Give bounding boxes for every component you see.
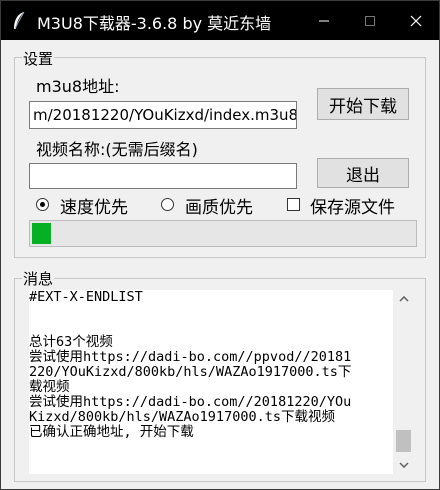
log-line: 尝试使用https://dadi-bo.com//20181220/YOu: [29, 394, 352, 410]
close-icon: [410, 15, 422, 26]
log-line: 载视频: [29, 379, 70, 395]
scroll-down-button[interactable]: [394, 456, 413, 474]
title-bar[interactable]: M3U8下载器-3.6.8 by 莫近东墙: [1, 1, 439, 40]
quality-priority-radio[interactable]: [161, 198, 174, 211]
log-line: #EXT-X-ENDLIST: [29, 290, 143, 305]
save-source-label[interactable]: 保存源文件: [310, 193, 395, 218]
scroll-thumb[interactable]: [396, 430, 411, 452]
chevron-down-icon: [398, 462, 409, 468]
log-line: 总计63个视频: [29, 334, 113, 350]
settings-group-title: 设置: [22, 48, 55, 69]
scroll-up-button[interactable]: [394, 290, 413, 308]
log-line: Kizxd/800kb/hls/WAZAo1917000.ts下载视频: [29, 409, 335, 425]
feather-icon: [11, 11, 27, 31]
speed-priority-label[interactable]: 速度优先: [60, 193, 128, 218]
url-label: m3u8地址:: [36, 77, 120, 96]
exit-button[interactable]: 退出: [317, 158, 409, 188]
log-line: 尝试使用https://dadi-bo.com//ppvod//20181: [29, 349, 352, 365]
radio-selected-dot: [40, 202, 45, 207]
maximize-icon: [365, 15, 375, 26]
save-source-checkbox[interactable]: [287, 198, 300, 211]
chevron-up-icon: [398, 296, 409, 302]
download-progress-bar: [29, 220, 417, 247]
minimize-icon: [319, 20, 329, 21]
url-input[interactable]: m/20181220/YOuKizxd/index.m3u8: [29, 101, 297, 129]
video-name-input[interactable]: [29, 163, 297, 189]
speed-priority-radio[interactable]: [36, 198, 49, 211]
video-name-label: 视频名称:(无需后缀名): [36, 140, 198, 159]
close-button[interactable]: [393, 1, 439, 40]
quality-priority-label[interactable]: 画质优先: [185, 193, 253, 218]
log-line: 220/YOuKizxd/800kb/hls/WAZAo1917000.ts下: [29, 364, 352, 380]
app-window: M3U8下载器-3.6.8 by 莫近东墙 设置 m3u8地址: m/20181…: [0, 0, 440, 490]
message-log[interactable]: #EXT-X-ENDLIST 总计63个视频 尝试使用https://dadi-bo…: [29, 290, 393, 474]
window-title: M3U8下载器-3.6.8 by 莫近东墙: [37, 14, 272, 33]
maximize-button[interactable]: [347, 1, 393, 40]
log-line: 已确认正确地址, 开始下载: [29, 424, 194, 440]
progress-fill: [32, 223, 51, 244]
messages-group-title: 消息: [22, 268, 55, 289]
minimize-button[interactable]: [301, 1, 347, 40]
log-scrollbar[interactable]: [394, 290, 413, 474]
start-download-button[interactable]: 开始下载: [317, 88, 409, 120]
